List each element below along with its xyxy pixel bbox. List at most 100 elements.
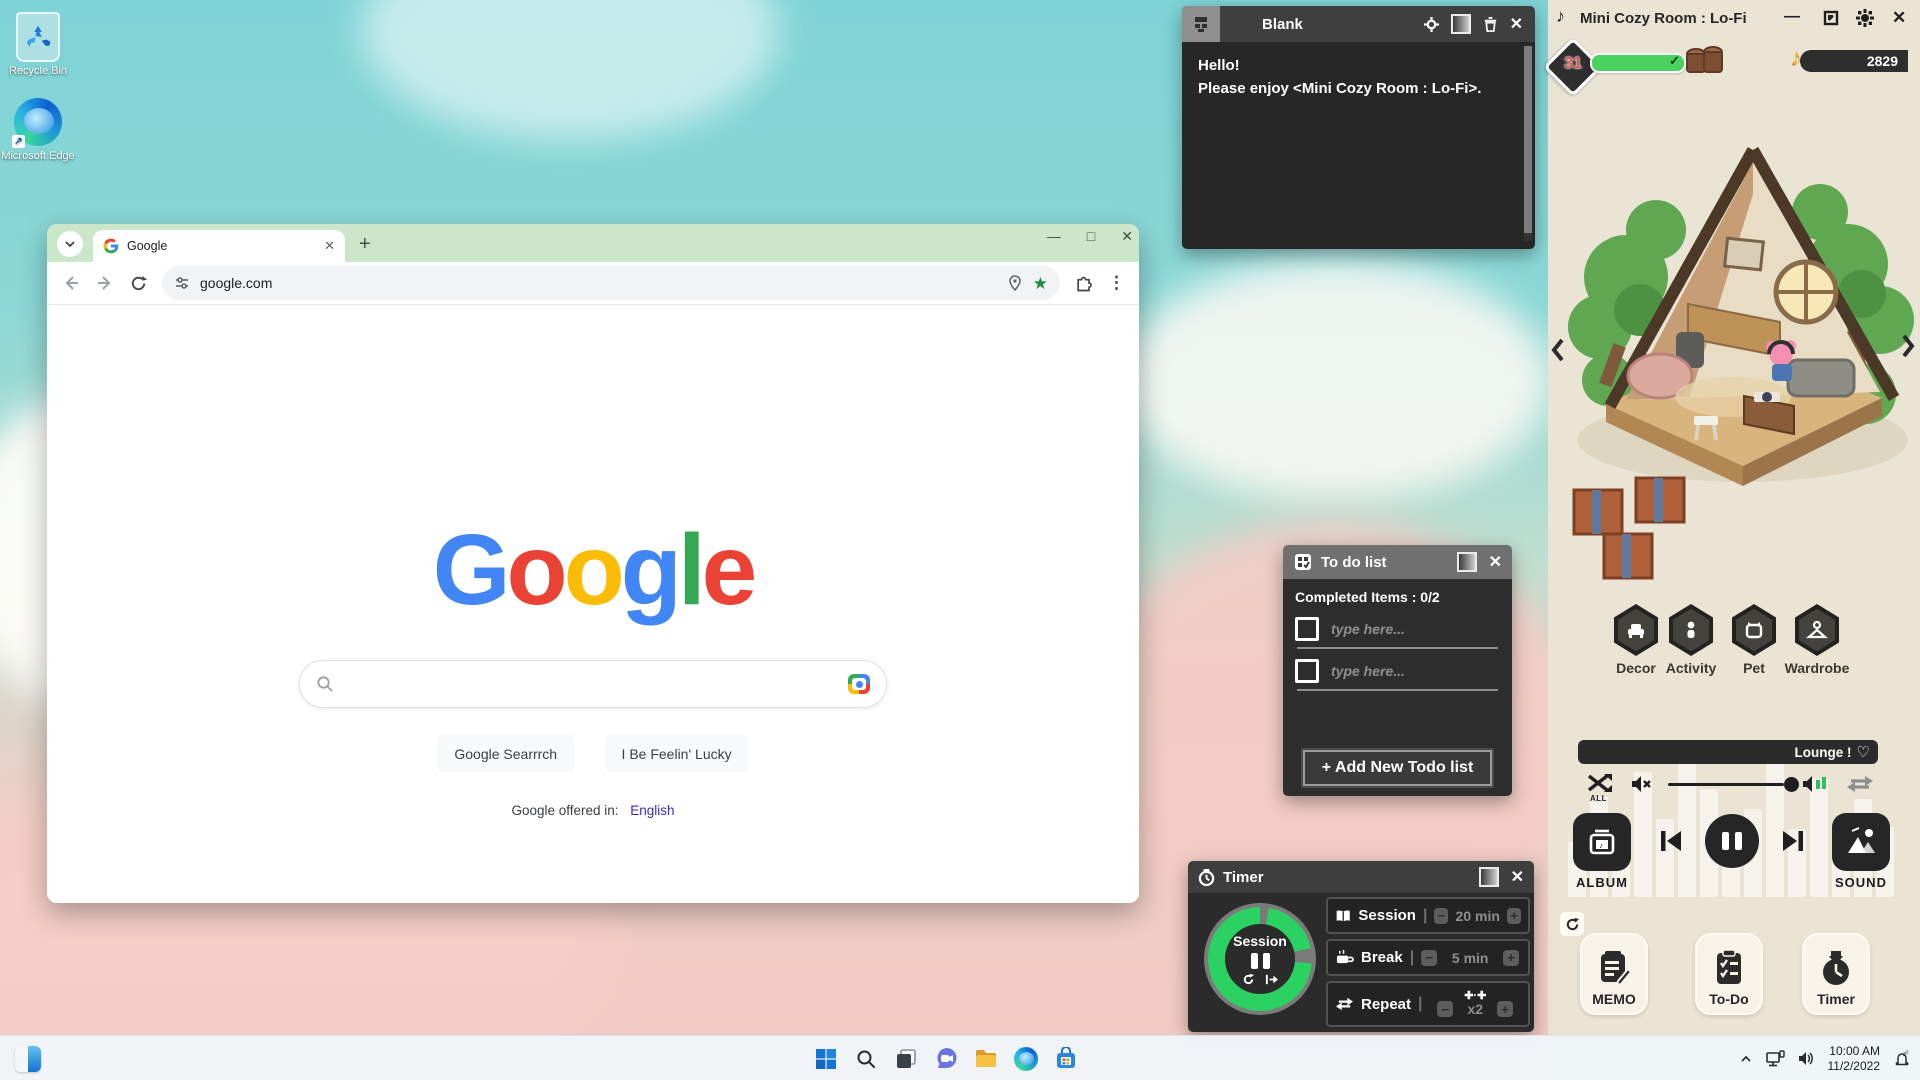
mute-icon[interactable] [1630,775,1652,793]
clock[interactable]: 10:00 AM 11/2/2022 [1828,1044,1881,1074]
search-input[interactable] [346,674,836,694]
restart-session-icon[interactable] [1242,973,1255,986]
feeling-lucky-button[interactable]: I Be Feelin' Lucky [605,735,749,772]
memo-close-icon[interactable]: ✕ [1510,14,1523,34]
window-mode-icon[interactable] [1479,867,1499,887]
widgets-button[interactable] [8,1039,48,1079]
menu-dots-icon[interactable]: ⋮ [1108,273,1125,293]
location-pin-icon[interactable] [1007,275,1023,291]
repeat-minus-button[interactable]: − [1437,1001,1453,1017]
memo-titlebar: Blank ✕ [1182,6,1535,42]
session-minus-button[interactable]: − [1434,908,1448,924]
skip-session-icon[interactable] [1265,973,1278,986]
todo-window-icon [1293,552,1313,572]
cozy-room-panel: ♪ Mini Cozy Room : Lo-Fi — ✕ 31 ✓ ♪ 2829 [1548,0,1920,1080]
repeat-plus-button[interactable]: + [1497,1001,1513,1017]
file-explorer-button[interactable] [966,1039,1006,1079]
dock-todo-button[interactable]: To-Do [1695,933,1763,1015]
sound-button[interactable] [1832,813,1890,871]
room-prev-arrow-icon[interactable] [1550,338,1566,362]
room-next-arrow-icon[interactable] [1900,334,1916,358]
album-button[interactable]: ♪ [1573,813,1631,871]
url-text[interactable]: google.com [200,275,997,291]
site-settings-icon[interactable] [174,275,190,291]
dock-timer-button[interactable]: Timer [1802,933,1870,1015]
cozy-popout-icon[interactable] [1822,9,1840,27]
reset-chip[interactable] [1560,912,1584,936]
browser-maximize-button[interactable]: □ [1087,228,1095,245]
nav-wardrobe-button[interactable] [1795,604,1839,656]
start-button[interactable] [806,1039,846,1079]
nav-pet-button[interactable] [1732,604,1776,656]
store-button[interactable] [1046,1039,1086,1079]
lens-camera-icon[interactable] [848,674,870,694]
speaker-icon[interactable] [1797,1050,1816,1067]
google-search-button[interactable]: Google Searrrch [437,735,574,772]
shuffle-icon[interactable] [1586,772,1612,794]
tab-search-button[interactable] [57,231,83,257]
address-bar[interactable]: google.com ★ [162,266,1060,300]
timer-icon [1818,949,1854,987]
task-view-button[interactable] [886,1039,926,1079]
new-tab-button[interactable]: + [359,233,371,256]
tab-close-icon[interactable]: ✕ [324,238,335,254]
window-mode-icon[interactable] [1457,552,1477,572]
browser-close-button[interactable]: ✕ [1121,228,1133,245]
settings-gear-icon[interactable] [1424,17,1439,32]
todo-checkbox[interactable] [1295,617,1319,641]
session-plus-button[interactable]: + [1507,908,1521,924]
next-track-icon[interactable] [1779,827,1807,855]
break-plus-button[interactable]: + [1503,950,1519,966]
forward-icon[interactable] [95,273,115,293]
search-box[interactable] [299,660,887,708]
folder-icon [973,1046,999,1072]
window-mode-icon[interactable] [1451,14,1471,34]
cozy-title: Mini Cozy Room : Lo-Fi [1580,10,1747,27]
tray-chevron-icon[interactable] [1739,1052,1753,1066]
cozy-minimize-icon[interactable]: — [1784,8,1800,26]
repeat-icon[interactable] [1847,773,1873,795]
todo-close-icon[interactable]: ✕ [1489,552,1502,572]
notification-bell-icon[interactable]: zz [1892,1049,1912,1068]
search-button[interactable] [846,1039,886,1079]
coffee-icon [1335,949,1354,966]
drums-icon[interactable] [1682,42,1726,82]
add-todo-button[interactable]: + Add New Todo list [1303,750,1492,786]
pause-button[interactable] [1705,814,1759,868]
cozy-settings-icon[interactable] [1856,9,1874,27]
chat-button[interactable] [926,1039,966,1079]
nav-activity-button[interactable] [1669,604,1713,656]
cozy-close-icon[interactable]: ✕ [1892,8,1906,28]
reload-icon[interactable] [129,274,148,293]
nav-decor-button[interactable] [1614,604,1658,656]
browser-minimize-button[interactable]: — [1047,228,1061,245]
volume-slider-track[interactable] [1668,783,1784,786]
language-link[interactable]: English [630,803,674,818]
volume-slider-knob[interactable] [1784,777,1799,792]
browser-tab[interactable]: Google ✕ [93,230,345,262]
dock-memo-button[interactable]: MEMO [1580,933,1648,1015]
extensions-icon[interactable] [1074,273,1094,293]
check-icon: ✓ [1669,53,1680,69]
dial-pause-icon[interactable] [1251,953,1270,969]
network-icon[interactable] [1765,1050,1785,1068]
track-title: Lounge ! [1795,745,1852,760]
edge-button[interactable] [1006,1039,1046,1079]
desktop-icon-recycle-bin[interactable]: Recycle Bin [0,12,81,77]
trash-icon[interactable] [1483,16,1498,32]
previous-track-icon[interactable] [1657,827,1685,855]
bookmark-star-icon[interactable]: ★ [1033,275,1048,292]
memo-scrollbar[interactable] [1524,46,1532,241]
todo-checkbox[interactable] [1295,659,1319,683]
repeat-row: Repeat | ✚·✚ − x2 + [1326,981,1530,1027]
heart-icon[interactable]: ♡ [1857,745,1870,760]
desktop-icon-edge[interactable]: ↗ Microsoft Edge [0,98,81,162]
logo-letter: o [564,514,621,626]
todo-item-input[interactable] [1329,620,1483,638]
timer-close-icon[interactable]: ✕ [1511,867,1524,887]
memo-body[interactable]: Hello! Please enjoy <Mini Cozy Room : Lo… [1182,42,1535,249]
break-minus-button[interactable]: − [1421,950,1437,966]
back-icon[interactable] [61,273,81,293]
todo-item-input[interactable] [1329,662,1483,680]
sound-label: SOUND [1830,875,1892,890]
